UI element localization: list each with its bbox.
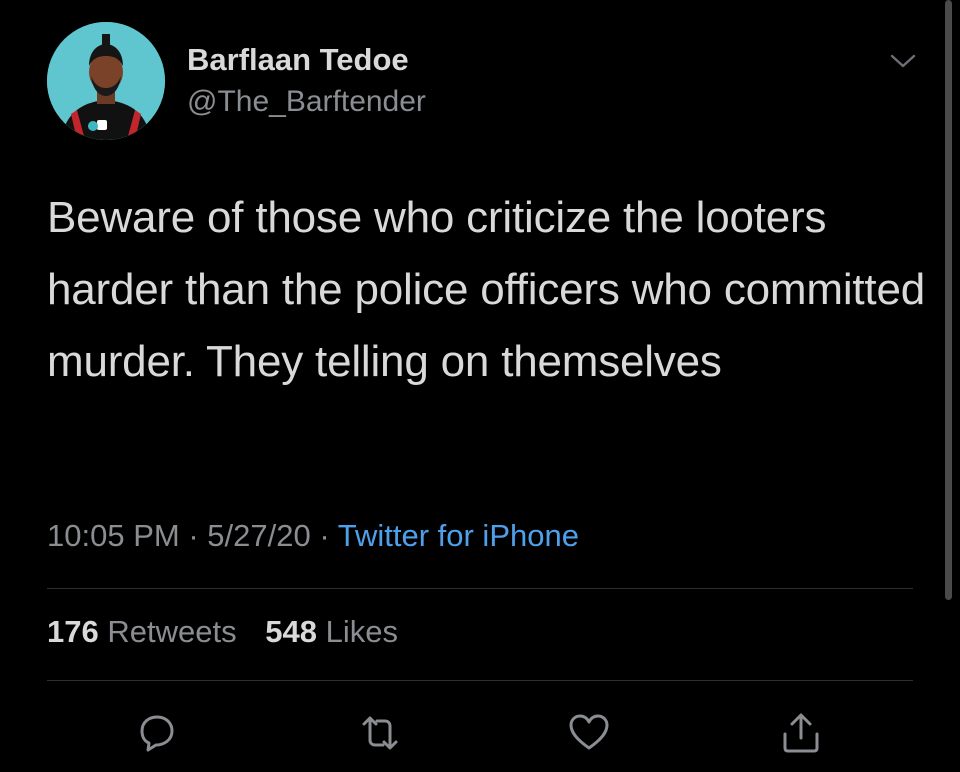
retweets-count: 176 — [47, 614, 99, 649]
chevron-down-icon[interactable] — [888, 50, 918, 72]
tweet-time: 10:05 PM — [47, 518, 180, 553]
heart-icon — [569, 714, 609, 750]
tweet-text: Beware of those who criticize the looter… — [47, 193, 925, 386]
likes-count: 548 — [265, 614, 317, 649]
likes-stat[interactable]: 548 Likes — [265, 614, 398, 650]
scrollbar[interactable] — [945, 0, 952, 600]
tweet-date: 5/27/20 — [207, 518, 311, 553]
retweet-icon — [362, 716, 398, 750]
retweets-stat[interactable]: 176 Retweets — [47, 614, 237, 650]
avatar[interactable] — [47, 22, 165, 140]
user-handle[interactable]: @The_Barftender — [187, 85, 426, 119]
reply-button[interactable] — [134, 710, 180, 756]
display-name[interactable]: Barflaan Tedoe — [187, 42, 409, 78]
divider — [47, 588, 913, 589]
retweet-button[interactable] — [357, 710, 403, 756]
tweet-stats: 176 Retweets 548 Likes — [47, 614, 418, 650]
tweet-source-link[interactable]: Twitter for iPhone — [338, 518, 579, 553]
divider — [47, 680, 913, 681]
meta-separator: · — [188, 518, 199, 553]
share-icon — [783, 713, 819, 753]
likes-label: Likes — [325, 614, 398, 649]
meta-separator: · — [319, 518, 330, 553]
avatar-illustration — [47, 22, 165, 140]
share-button[interactable] — [778, 710, 824, 756]
retweets-label: Retweets — [107, 614, 237, 649]
like-button[interactable] — [566, 710, 612, 756]
reply-icon — [140, 715, 174, 752]
tweet-meta: 10:05 PM · 5/27/20 · Twitter for iPhone — [47, 518, 579, 554]
